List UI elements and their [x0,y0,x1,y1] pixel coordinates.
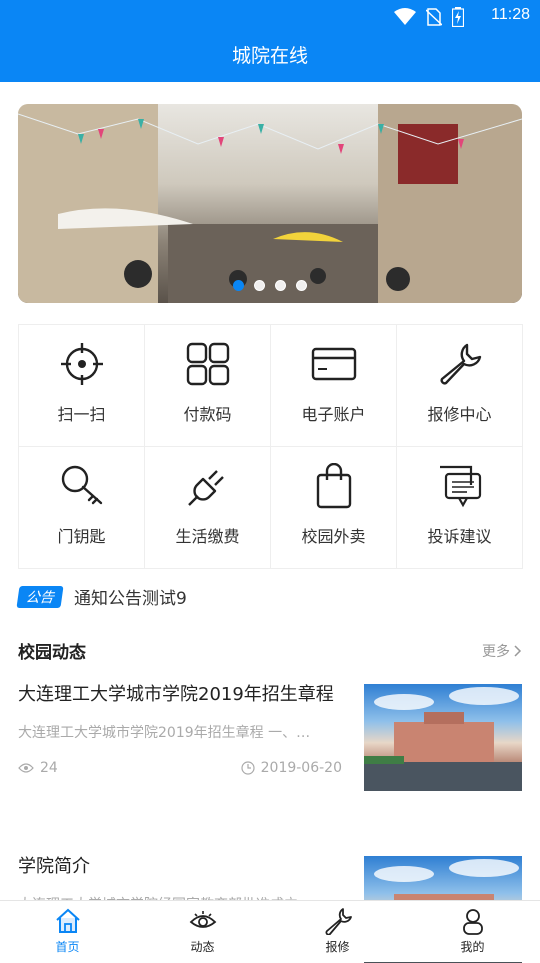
card-icon [311,347,356,381]
carousel-indicator[interactable] [18,280,522,291]
eye-icon [189,911,216,928]
chat-icon [439,465,481,508]
carousel-dot[interactable] [296,280,307,291]
carousel-dot[interactable] [275,280,286,291]
page-title: 城院在线 [231,45,308,67]
status-icons [394,7,464,27]
news-thumbnail [364,684,522,791]
tab-news[interactable]: 动态 [135,901,270,962]
notice-tag: 公告 [16,585,64,608]
tab-label: 我的 [460,940,485,954]
more-link[interactable]: 更多 [482,641,522,661]
wrench-icon [440,343,481,385]
grid-item-takeout[interactable]: 校园外卖 [271,447,397,569]
banner-carousel[interactable] [18,104,522,303]
publish-date: 2019-06-20 [260,760,342,776]
chevron-right-icon [514,644,522,657]
clock: 11:28 [491,6,530,23]
grid-item-account[interactable]: 电子账户 [271,325,397,447]
grid-item-scan[interactable]: 扫一扫 [19,325,145,447]
tab-home[interactable]: 首页 [0,901,135,962]
grid-item-label: 付款码 [183,405,232,424]
news-title: 大连理工大学城市学院2019年招生章程 [18,684,334,705]
grid-item-label: 报修中心 [427,405,492,424]
grid-item-label: 生活缴费 [175,527,240,546]
carousel-dot[interactable] [233,280,244,291]
tab-label: 首页 [55,940,80,954]
grid-item-label: 校园外卖 [301,527,366,546]
grid-item-label: 投诉建议 [427,527,492,546]
more-label: 更多 [482,643,510,660]
home-icon [55,908,80,933]
campus-news-header: 校园动态 更多 [18,638,522,663]
bag-icon [316,463,351,509]
news-summary: 大连理工大学城市学院2019年招生章程 一、… [18,725,311,741]
tab-label: 动态 [190,940,215,954]
no-sim-icon [426,8,442,26]
grid-item-paycode[interactable]: 付款码 [145,325,271,447]
section-title: 校园动态 [18,643,86,663]
grid-icon [186,342,229,386]
tab-mine[interactable]: 我的 [405,901,540,962]
grid-item-label: 扫一扫 [57,405,106,424]
grid-item-repair[interactable]: 报修中心 [397,325,523,447]
notice-text[interactable]: 通知公告测试9 [74,584,187,609]
key-icon [61,465,102,505]
news-meta: 24 2019-06-20 [18,760,342,776]
function-grid: 扫一扫 付款码 电子账户 报修中心 门钥匙 生活缴费 校园外卖 投诉建议 [18,324,523,569]
clock-icon [241,761,255,775]
views: 24 [18,760,58,776]
street-photo [18,104,522,303]
eye-icon [18,763,34,773]
scan-icon [60,343,103,385]
grid-item-label: 门钥匙 [57,527,106,546]
grid-item-label: 电子账户 [301,405,366,424]
bottom-tab-bar: 首页 动态 报修 我的 [0,900,540,962]
tab-repair[interactable]: 报修 [270,901,405,962]
app-title-bar: 城院在线 [0,32,540,82]
grid-item-bills[interactable]: 生活缴费 [145,447,271,569]
person-icon [462,909,483,935]
plug-icon [187,470,224,506]
battery-icon [452,7,464,27]
notice-bar[interactable]: 公告 通知公告测试9 [16,584,187,609]
news-title: 学院简介 [18,856,90,877]
grid-item-key[interactable]: 门钥匙 [19,447,145,569]
campus-photo [364,687,522,791]
news-item[interactable]: 大连理工大学城市学院2019年招生章程 大连理工大学城市学院2019年招生章程 … [18,678,522,791]
wifi-icon [394,8,416,25]
grid-item-complaint[interactable]: 投诉建议 [397,447,523,569]
carousel-dot[interactable] [254,280,265,291]
view-count: 24 [40,760,58,776]
date: 2019-06-20 [241,760,342,776]
status-bar: 11:28 [0,0,540,32]
wrench-icon [325,908,352,935]
tab-label: 报修 [325,940,350,954]
